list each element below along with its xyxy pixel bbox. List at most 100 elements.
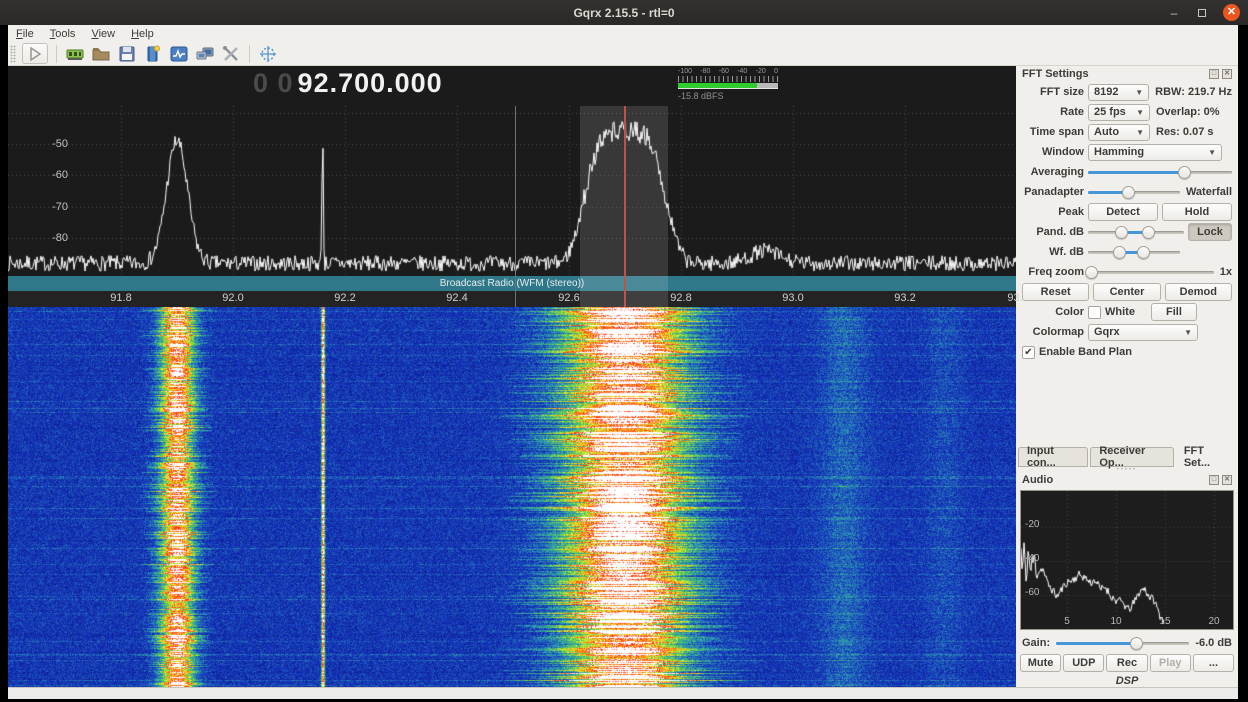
rate-label: Rate [1022,106,1084,118]
audio-gain-row: Gain: -6.0 dB [1016,634,1238,652]
slider-handle[interactable] [1115,226,1128,239]
fft-settings-icon[interactable] [169,44,189,64]
audio-khz-label: 20 [1208,616,1219,627]
frequency-value: 92.700.000 [298,68,443,98]
peak-hold-button[interactable]: Hold [1162,203,1232,221]
lock-button[interactable]: Lock [1188,223,1232,241]
rbw-value: RBW: 219.7 Hz [1155,86,1232,98]
device-config-icon[interactable] [65,44,85,64]
time-span-select[interactable]: Auto▼ [1088,124,1150,141]
frequency-dim-digits: 0 0 [253,68,294,98]
float-dock-icon[interactable]: □ [1209,69,1219,79]
chevron-down-icon: ▼ [1208,148,1216,157]
enable-band-plan-checkbox[interactable]: ✔ [1022,346,1035,359]
float-dock-icon[interactable]: □ [1209,475,1219,485]
panadapter-spectrum[interactable] [8,66,1016,307]
center-frequency-icon[interactable] [258,44,278,64]
minimize-icon[interactable]: – [1167,6,1181,20]
band-plan-bar[interactable]: Broadcast Radio (WFM (stereo)) [8,276,1016,291]
close-dock-icon[interactable]: ✕ [1222,69,1232,79]
slider-handle[interactable] [1113,246,1126,259]
play-icon [25,44,45,64]
toolbar-drag-handle[interactable] [10,45,16,63]
mute-button[interactable]: Mute [1020,654,1061,672]
frequency-scale[interactable]: 91.8 92.0 92.2 92.4 92.6 92.8 93.0 93.2 … [8,291,1016,307]
menu-file[interactable]: File [16,28,34,40]
window-title: Gqrx 2.15.5 - rtl=0 [573,6,674,20]
slider-handle[interactable] [1142,226,1155,239]
right-panel: FFT Settings □ ✕ FFT size 8192▼ RBW: 219… [1016,66,1238,687]
maximize-icon[interactable] [1195,6,1209,20]
remote-control-icon[interactable] [195,44,215,64]
close-icon[interactable]: ✕ [1223,4,1240,21]
db-axis-label: -60 [38,169,68,181]
rate-select[interactable]: 25 fps▼ [1088,104,1150,121]
bookmarks-icon[interactable] [143,44,163,64]
white-checkbox-label: White [1105,306,1135,318]
menu-tools[interactable]: Tools [50,28,76,40]
slider-handle[interactable] [1137,246,1150,259]
audio-db-label: -20 [1025,519,1039,530]
tuned-frequency-marker[interactable] [624,106,626,307]
meter-scale-labels: -100-80-60-40-200 [678,68,778,75]
pandapter-db-range-slider[interactable] [1088,226,1184,239]
save-icon[interactable] [117,44,137,64]
meter-ticks [678,76,778,82]
start-dsp-button[interactable] [22,43,48,64]
tab-input-controls[interactable]: Input con... [1018,447,1088,467]
peak-detect-button[interactable]: Detect [1088,203,1158,221]
rec-button[interactable]: Rec [1106,654,1147,672]
pan-waterfall-split-slider[interactable] [1088,186,1180,199]
close-dock-icon[interactable]: ✕ [1222,475,1232,485]
menu-help[interactable]: Help [131,28,154,40]
slider-handle[interactable] [1130,637,1143,650]
window-controls: – ✕ [1167,0,1240,25]
window-select[interactable]: Hamming▼ [1088,144,1222,161]
audio-spectrum-canvas [1021,491,1233,629]
slider-handle[interactable] [1178,166,1191,179]
gain-slider[interactable] [1056,637,1189,650]
waterfall[interactable] [8,305,1016,687]
frequency-display[interactable]: 0 092.700.000 [253,68,443,99]
fft-settings-title: FFT Settings [1022,68,1089,80]
waterfall-db-range-slider[interactable] [1088,246,1180,259]
play-button[interactable]: Play [1150,654,1191,672]
freq-tick-label: 93. [1007,292,1022,304]
audio-header: Audio □ ✕ [1016,472,1238,488]
freq-zoom-slider[interactable] [1088,266,1214,279]
audio-khz-label: 10 [1110,616,1121,627]
audio-db-label: -40 [1025,553,1039,564]
gain-label: Gain: [1022,637,1050,649]
colormap-label: Colormap [1022,326,1084,338]
colormap-select[interactable]: Gqrx▼ [1088,324,1198,341]
center-frequency-marker [515,106,516,307]
center-button[interactable]: Center [1093,283,1160,301]
chevron-down-icon: ▼ [1135,88,1143,97]
averaging-slider[interactable] [1088,166,1232,179]
peak-label: Peak [1022,206,1084,218]
freq-tick-label: 92.6 [558,292,579,304]
toolbar [8,42,1238,66]
audio-buttons: Mute UDP Rec Play ... [1016,652,1238,672]
freq-tick-label: 93.0 [782,292,803,304]
tab-fft-settings[interactable]: FFT Set... [1176,447,1236,467]
fill-button[interactable]: Fill [1151,303,1197,321]
tab-receiver-options[interactable]: Receiver Op... [1090,447,1173,467]
slider-handle[interactable] [1122,186,1135,199]
plot-area: 0 092.700.000 -100-80-60-40-200 -15.8 dB… [8,66,1016,687]
titlebar: Gqrx 2.15.5 - rtl=0 – ✕ [0,0,1248,25]
slider-handle[interactable] [1085,266,1098,279]
audio-khz-label: 5 [1064,616,1070,627]
white-checkbox[interactable] [1088,306,1101,319]
more-options-button[interactable]: ... [1193,654,1234,672]
fft-size-select[interactable]: 8192▼ [1088,84,1149,101]
freq-tick-label: 92.0 [222,292,243,304]
tools-icon[interactable] [221,44,241,64]
menu-view[interactable]: View [91,28,115,40]
open-file-icon[interactable] [91,44,111,64]
res-value: Res: 0.07 s [1156,126,1213,138]
demod-button[interactable]: Demod [1165,283,1232,301]
reset-button[interactable]: Reset [1022,283,1089,301]
udp-button[interactable]: UDP [1063,654,1104,672]
statusbar [8,687,1238,699]
